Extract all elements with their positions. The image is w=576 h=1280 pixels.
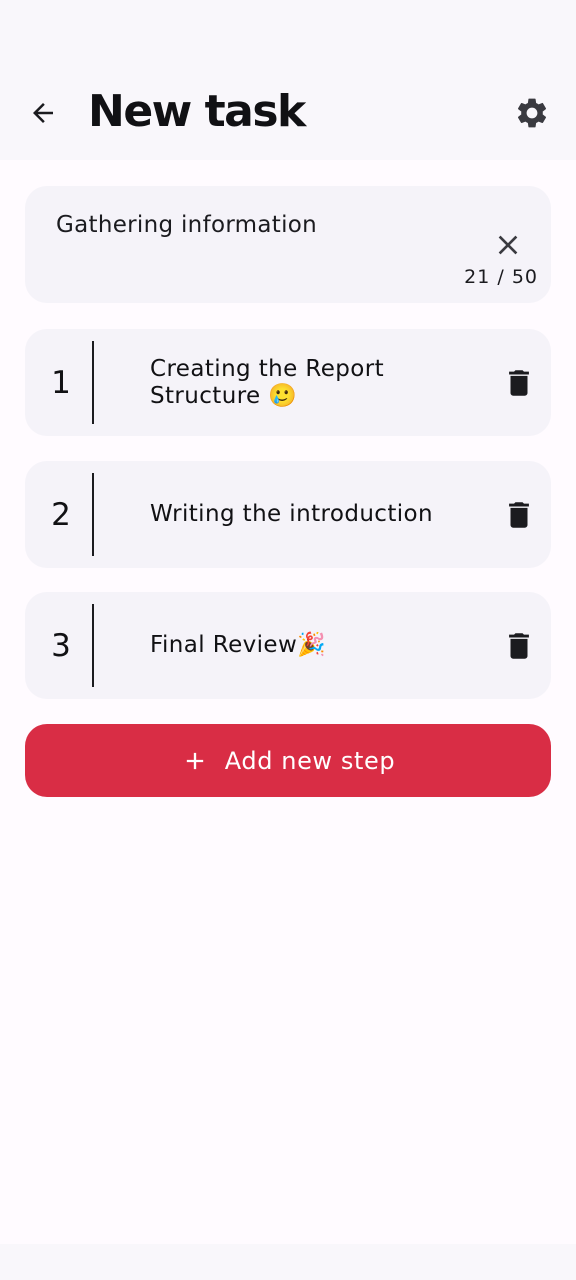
step-divider <box>92 473 94 556</box>
step-divider <box>92 341 94 424</box>
step-text: Writing the introduction <box>150 501 433 527</box>
delete-step-button[interactable] <box>499 626 539 666</box>
step-divider <box>92 604 94 687</box>
arrow-back-icon <box>33 103 53 123</box>
trash-icon <box>509 370 529 396</box>
delete-step-button[interactable] <box>499 495 539 535</box>
char-counter: 21 / 50 <box>464 266 538 288</box>
settings-button[interactable] <box>509 90 555 136</box>
gear-icon <box>517 98 547 128</box>
page-title: New task <box>88 86 306 137</box>
trash-icon <box>509 502 529 528</box>
delete-step-button[interactable] <box>499 363 539 403</box>
trash-icon <box>509 633 529 659</box>
back-button[interactable] <box>20 90 66 136</box>
task-title-card: 21 / 50 <box>25 186 551 303</box>
system-navigation-bar <box>0 1244 576 1280</box>
step-number: 2 <box>51 496 71 533</box>
step-number: 1 <box>51 364 71 401</box>
step-text: Final Review🎉 <box>150 632 327 658</box>
step-item[interactable]: 2 Writing the introduction <box>25 461 551 568</box>
step-item[interactable]: 3 Final Review🎉 <box>25 592 551 699</box>
add-step-button[interactable]: Add new step <box>25 724 551 797</box>
close-icon <box>498 235 518 255</box>
step-number: 3 <box>51 627 71 664</box>
step-text: Creating the Report Structure 🥲 <box>150 355 385 409</box>
plus-icon <box>181 747 209 775</box>
app-bar: New task <box>0 0 576 160</box>
clear-title-button[interactable] <box>489 226 527 264</box>
task-title-input[interactable] <box>56 212 476 238</box>
add-step-label: Add new step <box>224 746 396 775</box>
step-item[interactable]: 1 Creating the Report Structure 🥲 <box>25 329 551 436</box>
